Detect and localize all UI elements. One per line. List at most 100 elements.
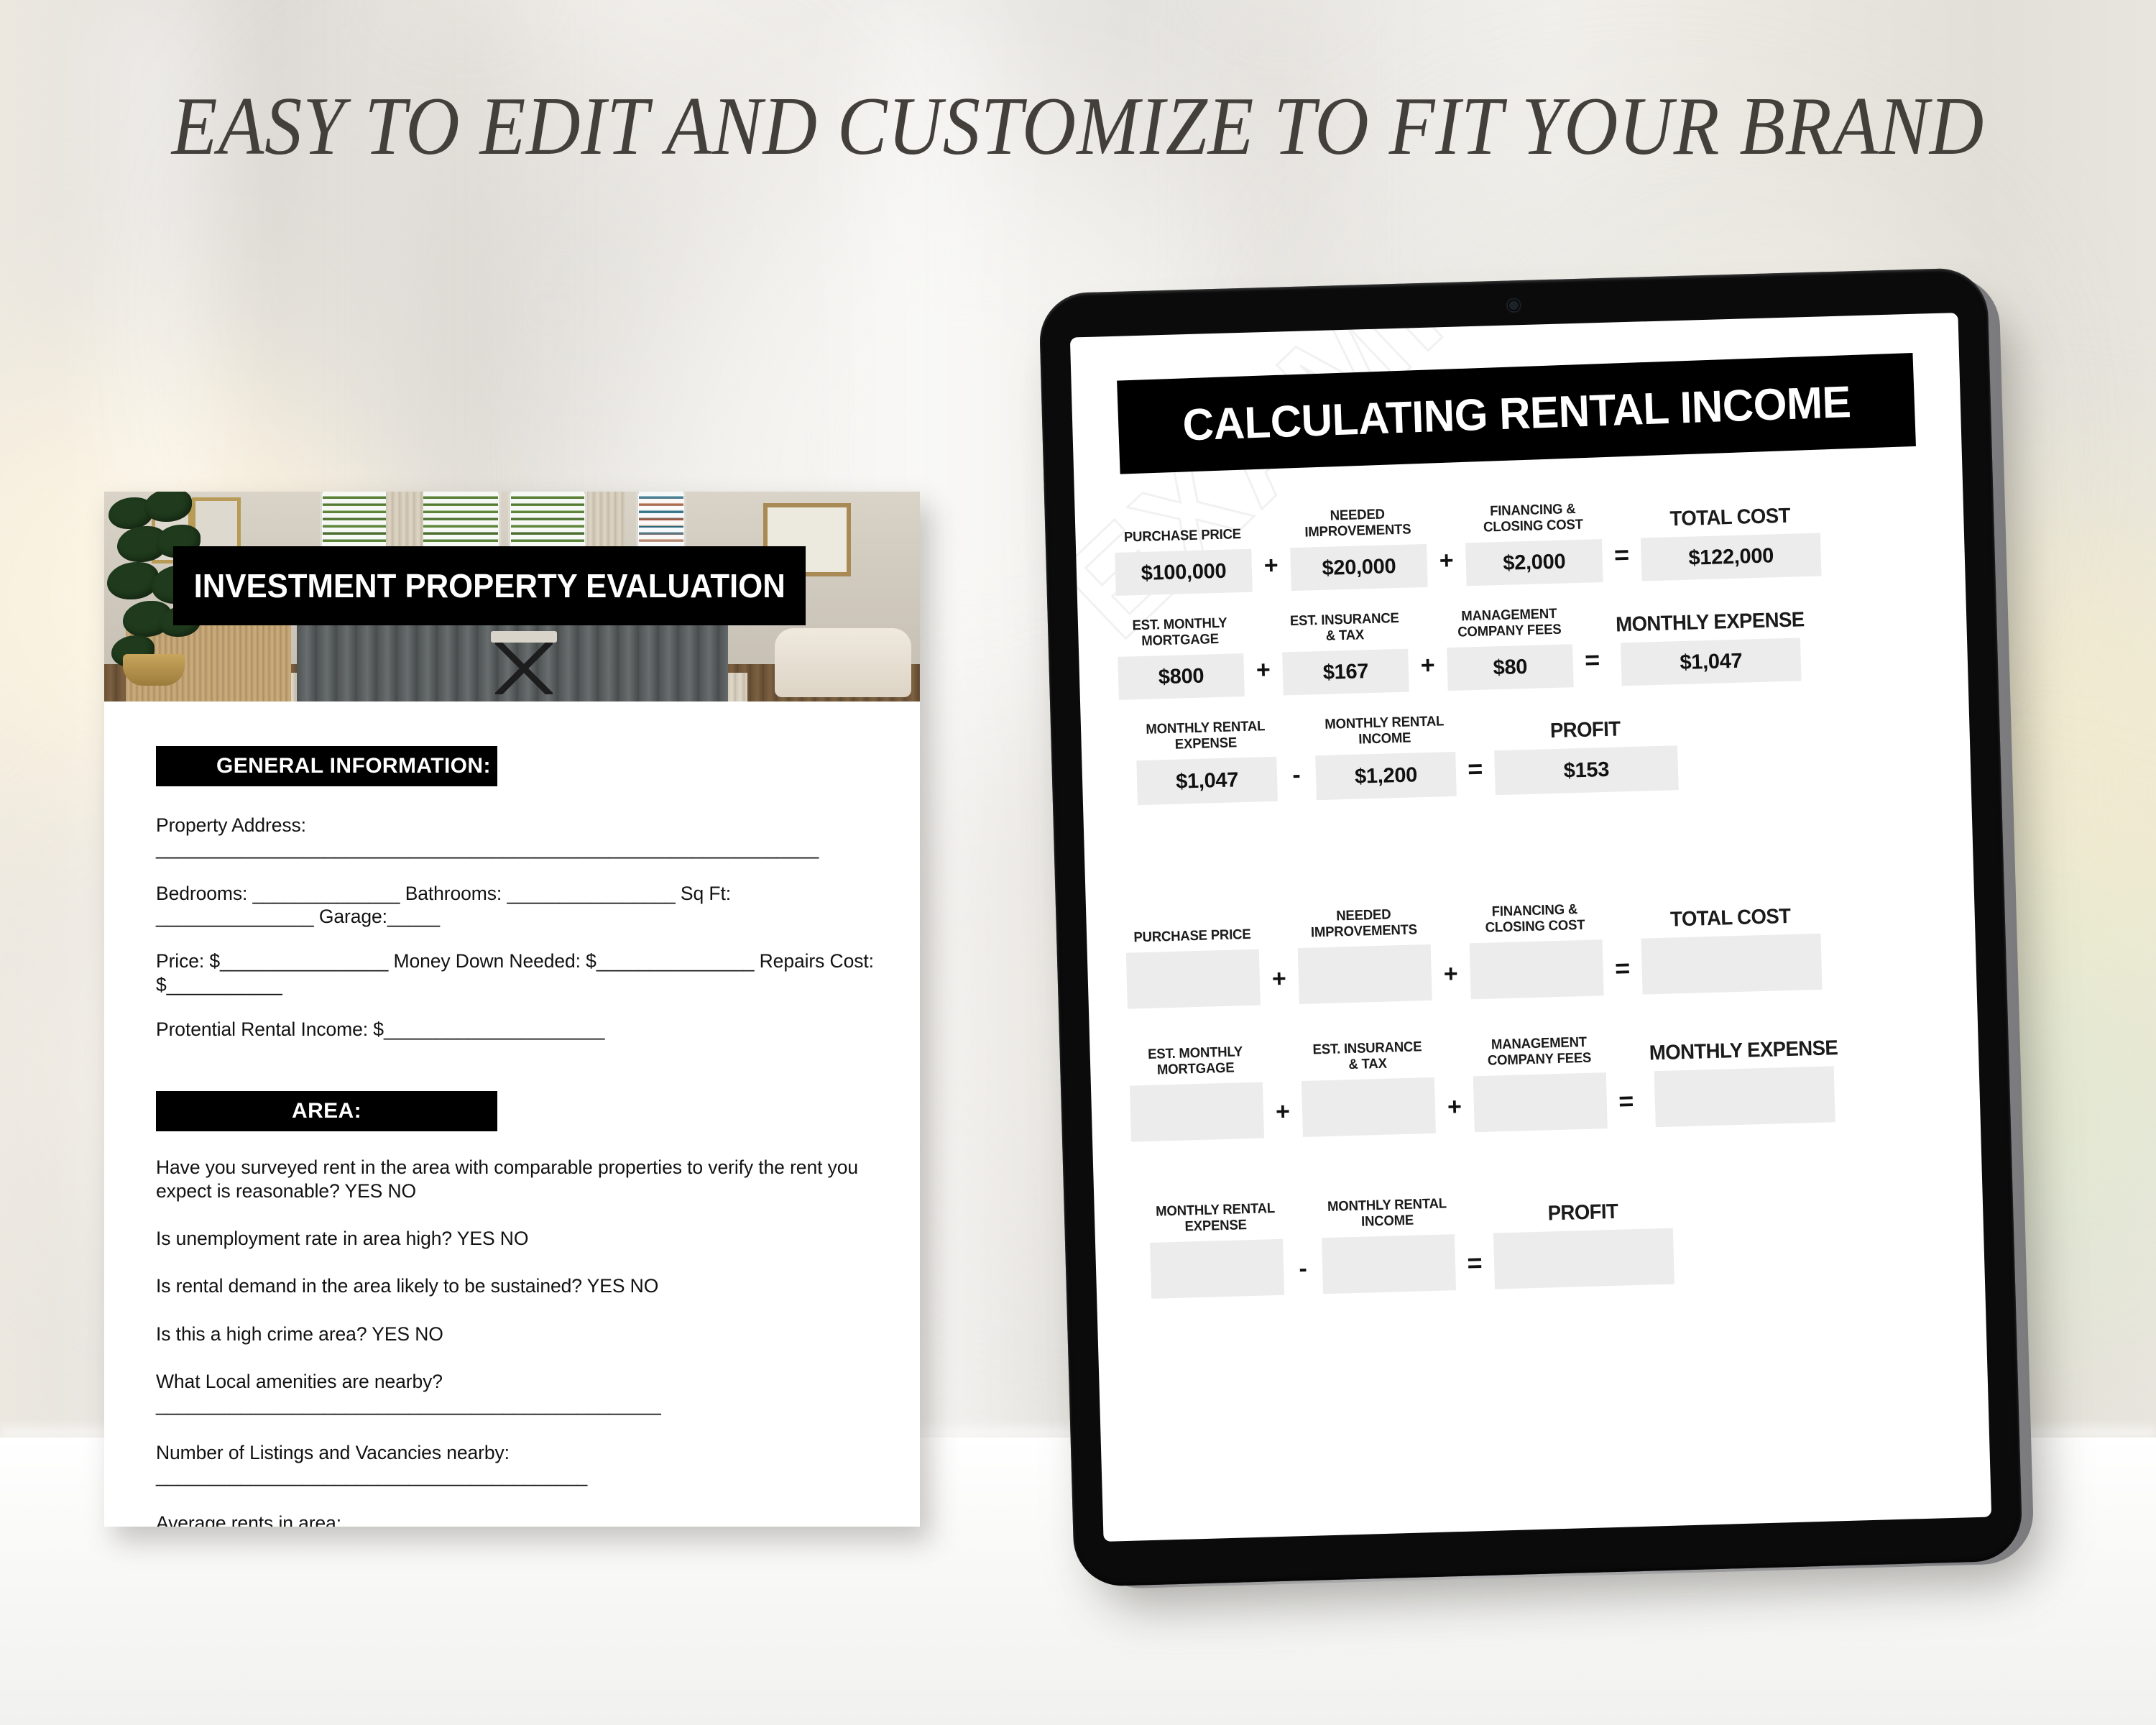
profit-cell-blank[interactable]: PROFIT [1492, 1189, 1674, 1289]
monthly-expense-row-blank: EST. MONTHLY MORTGAGE + EST. INSURANCE & T… [1128, 1024, 1941, 1142]
investment-property-evaluation-document[interactable]: INVESTMENT PROPERTY EVALUATION GENERAL I… [104, 492, 920, 1527]
total-cost-label: TOTAL COST [1669, 904, 1791, 932]
monthly-expense-label: MONTHLY EXPENSE [1615, 607, 1805, 637]
blank-form-group: PURCHASE PRICE + NEEDED IMPROVEMENTS + FI… [1125, 891, 1946, 1299]
needed-improvements-label: NEEDED IMPROVEMENTS [1310, 906, 1417, 941]
plus-operator: + [1420, 651, 1436, 680]
plus-operator: + [1271, 965, 1287, 993]
management-company-fees-value[interactable]: $80 [1447, 644, 1574, 691]
field-average-rents[interactable]: Average rents in area: _________________… [156, 1487, 882, 1527]
monthly-rental-income-cell-blank[interactable]: MONTHLY RENTAL INCOME [1320, 1195, 1457, 1294]
total-cost-cell-blank[interactable]: TOTAL COST [1640, 894, 1823, 995]
worksheet-title-bar: CALCULATING RENTAL INCOME [1117, 352, 1916, 474]
purchase-price-label: PURCHASE PRICE [1123, 526, 1242, 546]
purchase-price-value[interactable]: $100,000 [1115, 548, 1253, 596]
needed-improvements-label: NEEDED IMPROVEMENTS [1304, 506, 1411, 540]
est-monthly-mortgage-label: EST. MONTHLY MORTGAGE [1147, 1044, 1243, 1078]
total-cost-input[interactable] [1641, 933, 1823, 995]
monthly-rental-expense-label: MONTHLY RENTAL EXPENSE [1156, 1200, 1276, 1235]
total-cost-cell[interactable]: TOTAL COST $122,000 [1639, 494, 1822, 581]
est-insurance-tax-value[interactable]: $167 [1282, 648, 1409, 696]
monthly-rental-expense-value[interactable]: $1,047 [1136, 756, 1278, 806]
section-heading-area: AREA: [156, 1091, 497, 1132]
equals-operator: = [1613, 539, 1630, 570]
monthly-expense-cell-blank[interactable]: MONTHLY EXPENSE [1644, 1026, 1845, 1128]
monthly-rental-income-label: MONTHLY RENTAL INCOME [1325, 713, 1445, 748]
management-company-fees-input[interactable] [1473, 1072, 1608, 1133]
monthly-rental-expense-input[interactable] [1150, 1238, 1285, 1299]
purchase-price-cell-blank[interactable]: PURCHASE PRICE [1125, 910, 1261, 1009]
field-listings-vacancies[interactable]: Number of Listings and Vacancies nearby:… [156, 1417, 882, 1488]
profit-cell[interactable]: PROFIT $153 [1493, 706, 1679, 796]
management-company-fees-cell-blank[interactable]: MANAGEMENT COMPANY FEES [1472, 1033, 1608, 1133]
monthly-rental-income-cell[interactable]: MONTHLY RENTAL INCOME $1,200 [1314, 712, 1457, 801]
question-rental-demand[interactable]: Is rental demand in the area likely to b… [156, 1250, 882, 1297]
rental-income-worksheet: CALCULATING RENTAL INCOME PURCHASE PRICE… [1070, 313, 1991, 1542]
financing-closing-cost-cell[interactable]: FINANCING & CLOSING COST $2,000 [1465, 500, 1603, 586]
field-local-amenities[interactable]: What Local amenities are nearby? _______… [156, 1346, 882, 1417]
financing-closing-cost-cell-blank[interactable]: FINANCING & CLOSING COST [1468, 900, 1604, 1000]
financing-closing-cost-label: FINANCING & CLOSING COST [1485, 901, 1586, 936]
document-banner-photo: INVESTMENT PROPERTY EVALUATION [104, 492, 920, 702]
profit-value[interactable]: $153 [1494, 745, 1679, 796]
needed-improvements-cell[interactable]: NEEDED IMPROVEMENTS $20,000 [1289, 505, 1428, 592]
plus-operator: + [1439, 546, 1455, 575]
monthly-rental-expense-cell-blank[interactable]: MONTHLY RENTAL EXPENSE [1149, 1200, 1285, 1299]
field-bedrooms-bathrooms-sqft-garage[interactable]: Bedrooms: ______________ Bathrooms: ____… [156, 860, 882, 929]
est-insurance-tax-label: EST. INSURANCE & TAX [1312, 1039, 1422, 1073]
plus-operator: + [1275, 1098, 1291, 1126]
purchase-price-label: PURCHASE PRICE [1133, 926, 1251, 946]
monthly-expense-value[interactable]: $1,047 [1621, 638, 1802, 686]
est-monthly-mortgage-input[interactable] [1129, 1082, 1265, 1142]
total-cost-label: TOTAL COST [1669, 504, 1791, 530]
equals-operator: = [1467, 753, 1483, 784]
worksheet-title: CALCULATING RENTAL INCOME [1181, 377, 1851, 450]
purchase-price-cell[interactable]: PURCHASE PRICE $100,000 [1114, 510, 1253, 596]
equals-operator: = [1614, 953, 1631, 983]
monthly-rental-expense-label: MONTHLY RENTAL EXPENSE [1146, 718, 1266, 753]
plus-operator: + [1263, 551, 1279, 580]
monthly-expense-input[interactable] [1654, 1066, 1835, 1128]
profit-input[interactable] [1493, 1228, 1674, 1289]
profit-row-blank: MONTHLY RENTAL EXPENSE - MONTHLY RENTAL IN… [1133, 1181, 1946, 1299]
est-insurance-tax-label: EST. INSURANCE & TAX [1289, 610, 1399, 644]
needed-improvements-input[interactable] [1297, 944, 1432, 1005]
est-insurance-tax-cell-blank[interactable]: EST. INSURANCE & TAX [1300, 1038, 1436, 1137]
document-body: GENERAL INFORMATION: Property Address: _… [104, 702, 920, 1527]
tablet-screen[interactable]: EXAMPLE CALCULATING RENTAL INCOME PURCHA… [1069, 313, 1992, 1542]
question-high-crime-area[interactable]: Is this a high crime area? YES NO [156, 1298, 882, 1346]
question-unemployment-rate[interactable]: Is unemployment rate in area high? YES N… [156, 1202, 882, 1250]
monthly-expense-row-filled: EST. MONTHLY MORTGAGE $800 + EST. INSURAN… [1117, 594, 1930, 700]
est-monthly-mortgage-cell-blank[interactable]: EST. MONTHLY MORTGAGE [1128, 1043, 1265, 1142]
financing-closing-cost-label: FINANCING & CLOSING COST [1483, 501, 1584, 535]
total-cost-row-blank: PURCHASE PRICE + NEEDED IMPROVEMENTS + FI… [1125, 891, 1938, 1009]
total-cost-value[interactable]: $122,000 [1640, 533, 1822, 581]
est-insurance-tax-cell[interactable]: EST. INSURANCE & TAX $167 [1281, 610, 1409, 696]
est-monthly-mortgage-value[interactable]: $800 [1118, 653, 1245, 700]
field-price-moneydown-repairs[interactable]: Price: $________________ Money Down Need… [156, 928, 882, 996]
monthly-rental-expense-cell[interactable]: MONTHLY RENTAL EXPENSE $1,047 [1135, 717, 1278, 806]
total-cost-row-filled: PURCHASE PRICE $100,000 + NEEDED IMPROVEM… [1114, 490, 1927, 596]
minus-operator: - [1298, 1254, 1308, 1283]
needed-improvements-value[interactable]: $20,000 [1290, 543, 1428, 592]
management-company-fees-label: MANAGEMENT COMPANY FEES [1487, 1034, 1592, 1069]
needed-improvements-cell-blank[interactable]: NEEDED IMPROVEMENTS [1296, 905, 1432, 1005]
monthly-rental-income-value[interactable]: $1,200 [1315, 751, 1457, 801]
purchase-price-input[interactable] [1125, 949, 1261, 1009]
monthly-expense-cell[interactable]: MONTHLY EXPENSE $1,047 [1610, 598, 1810, 686]
document-title-bar: INVESTMENT PROPERTY EVALUATION [173, 546, 806, 625]
management-company-fees-cell[interactable]: MANAGEMENT COMPANY FEES $80 [1446, 604, 1574, 691]
plus-operator: + [1443, 960, 1459, 988]
field-potential-rental-income[interactable]: Protential Rental Income: $_____________… [156, 996, 882, 1041]
management-company-fees-label: MANAGEMENT COMPANY FEES [1457, 606, 1562, 640]
tablet-device[interactable]: EXAMPLE CALCULATING RENTAL INCOME PURCHA… [1038, 267, 2044, 1609]
financing-closing-cost-input[interactable] [1469, 939, 1604, 1000]
field-property-address[interactable]: Property Address: ______________________… [156, 786, 882, 860]
front-camera-icon [1507, 299, 1521, 312]
question-rent-survey[interactable]: Have you surveyed rent in the area with … [156, 1131, 882, 1202]
est-monthly-mortgage-cell[interactable]: EST. MONTHLY MORTGAGE $800 [1117, 614, 1245, 700]
est-insurance-tax-input[interactable] [1301, 1077, 1436, 1137]
financing-closing-cost-value[interactable]: $2,000 [1465, 539, 1603, 586]
monthly-rental-income-input[interactable] [1321, 1234, 1457, 1294]
equals-operator: = [1584, 645, 1600, 675]
